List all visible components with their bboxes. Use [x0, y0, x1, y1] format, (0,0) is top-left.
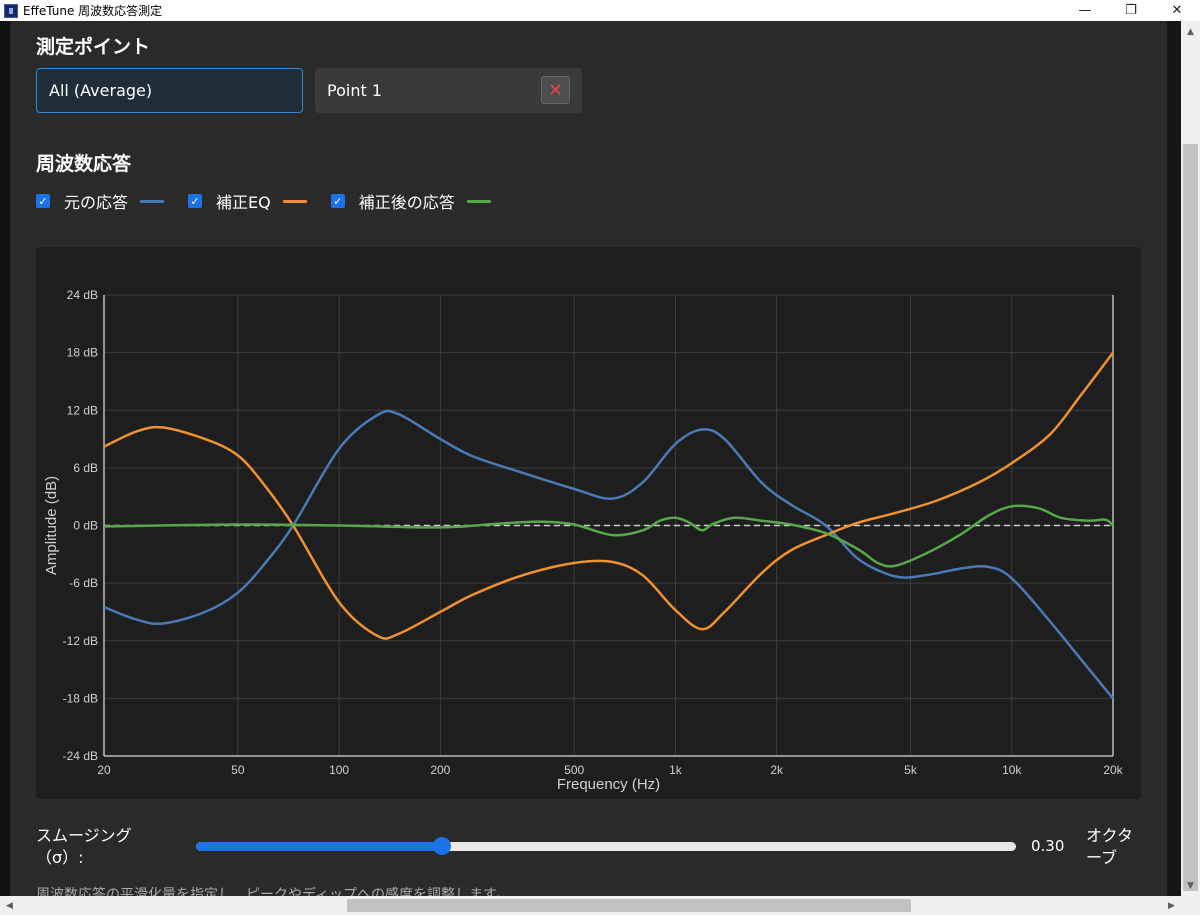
delete-point-icon[interactable]: ✕	[541, 76, 570, 104]
point-average-label: All (Average)	[49, 81, 153, 100]
legend-label-eq: 補正EQ	[216, 193, 271, 212]
x-tick-label: 1k	[669, 763, 683, 777]
series-line-corrected	[103, 504, 1114, 568]
smoothing-help-text: 周波数応答の平滑化量を指定し、ピークやディップへの感度を調整します。	[36, 887, 510, 896]
app-icon	[4, 3, 18, 18]
scrollbar-corner	[1181, 896, 1200, 915]
x-tick-label: 5k	[904, 763, 918, 777]
horizontal-scrollbar[interactable]: ◀ ▶	[0, 896, 1181, 915]
series-line-eq	[103, 351, 1115, 640]
x-tick-label: 100	[329, 763, 349, 777]
smoothing-label: スムージング（σ）:	[36, 826, 132, 867]
point-average-button[interactable]: All (Average)	[36, 68, 303, 113]
point-1-button[interactable]: Point 1 ✕	[315, 68, 582, 113]
y-tick-label: 18 dB	[67, 346, 98, 360]
smoothing-value: 0.30	[1031, 837, 1065, 855]
legend-label-corrected: 補正後の応答	[358, 193, 455, 212]
x-tick-label: 20	[97, 763, 111, 777]
restore-button[interactable]: ❐	[1108, 0, 1154, 21]
y-tick-label: -12 dB	[63, 634, 98, 648]
y-tick-label: 0 dB	[73, 519, 98, 533]
smoothing-slider-fill	[196, 842, 442, 851]
vertical-scrollbar[interactable]: ▲ ▼	[1181, 21, 1200, 896]
vertical-scroll-thumb[interactable]	[1183, 144, 1198, 891]
checkbox-corrected[interactable]: ✓	[330, 194, 345, 208]
main-content: 測定ポイント All (Average) Point 1 ✕ 周波数応答 ✓ 元…	[10, 21, 1167, 896]
smoothing-unit: オクターブ	[1086, 826, 1134, 867]
y-tick-label: -18 dB	[63, 691, 98, 705]
chart-svg: 20 50 100 200 500 1k 2k 5k 10k 20k 24 dB 18 dB 12 dB…	[43, 288, 1124, 793]
minimize-button[interactable]: —	[1062, 0, 1108, 21]
x-tick-label: 2k	[770, 763, 784, 777]
scroll-down-icon[interactable]: ▼	[1181, 877, 1200, 894]
y-tick-label: -24 dB	[63, 749, 98, 763]
smoothing-slider[interactable]	[196, 837, 1016, 855]
y-tick-label: 12 dB	[67, 403, 98, 417]
x-tick-label: 500	[564, 763, 584, 777]
x-tick-label: 10k	[1002, 763, 1022, 777]
x-tick-label: 200	[430, 763, 450, 777]
legend-label-original: 元の応答	[64, 193, 129, 212]
y-tick-label: 24 dB	[67, 288, 98, 302]
window-title: EffeTune 周波数応答測定	[23, 4, 163, 18]
y-tick-label: 6 dB	[73, 461, 98, 475]
y-tick-label: -6 dB	[69, 576, 98, 590]
checkbox-original[interactable]: ✓	[36, 194, 50, 208]
x-axis-title: Frequency (Hz)	[557, 776, 660, 793]
legend-swatch-corrected	[466, 199, 491, 203]
scroll-up-icon[interactable]: ▲	[1181, 23, 1200, 40]
chart-legend: ✓ 元の応答 ✓ 補正EQ ✓ 補正後の応答	[36, 190, 515, 212]
scroll-left-icon[interactable]: ◀	[1, 896, 18, 915]
frequency-heading: 周波数応答	[36, 153, 132, 175]
legend-swatch-eq	[282, 199, 307, 203]
frequency-chart: 20 50 100 200 500 1k 2k 5k 10k 20k 24 dB 18 dB 12 dB…	[36, 247, 1141, 799]
right-frame	[1167, 21, 1181, 896]
close-button[interactable]: ✕	[1154, 0, 1200, 21]
left-frame	[0, 21, 10, 896]
checkbox-eq[interactable]: ✓	[188, 194, 203, 208]
points-heading: 測定ポイント	[36, 36, 151, 58]
legend-swatch-original	[140, 199, 165, 203]
horizontal-scroll-thumb[interactable]	[347, 899, 911, 912]
x-tick-label: 20k	[1103, 763, 1123, 777]
point-1-label: Point 1	[327, 81, 382, 100]
series-line-original	[103, 409, 1114, 700]
scroll-right-icon[interactable]: ▶	[1163, 896, 1180, 915]
y-axis-title: Amplitude (dB)	[43, 476, 60, 575]
title-bar: EffeTune 周波数応答測定 — ❐ ✕	[0, 0, 1200, 21]
x-tick-label: 50	[231, 763, 245, 777]
smoothing-slider-thumb[interactable]	[433, 837, 451, 855]
